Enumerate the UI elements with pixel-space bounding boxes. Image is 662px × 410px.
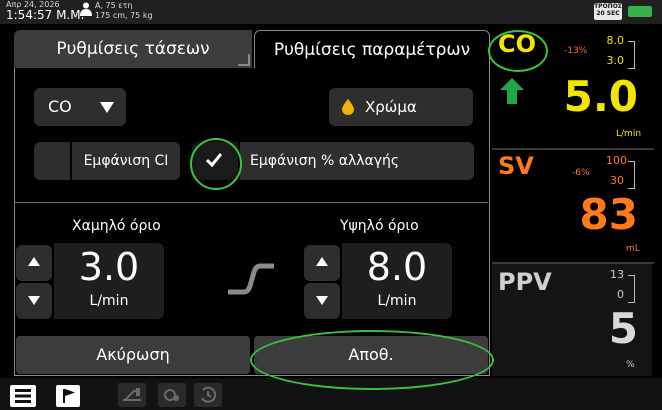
tab-label: Ρυθμίσεις παραμέτρων xyxy=(273,40,471,60)
low-limit-decrease-button[interactable] xyxy=(16,283,52,319)
high-limit-increase-button[interactable] xyxy=(304,245,340,281)
gear-icon xyxy=(164,389,179,401)
flag-button[interactable] xyxy=(56,385,80,407)
co-low-target: 3.0 xyxy=(606,54,625,67)
sv-change: -6% xyxy=(572,168,590,178)
settings-button[interactable] xyxy=(158,383,186,407)
low-limit-display[interactable]: 3.0 L/min xyxy=(54,243,164,319)
bottom-toolbar xyxy=(0,378,662,410)
co-change: -13% xyxy=(564,46,588,56)
patient-body: 175 cm, 75 kg xyxy=(95,11,153,20)
up-arrow-icon xyxy=(500,78,524,104)
limit-link-icon xyxy=(228,263,274,295)
battery-icon xyxy=(628,6,652,17)
high-limit-title: Υψηλό όριο xyxy=(340,218,419,234)
show-pct-change-checkbox[interactable] xyxy=(192,142,238,180)
sv-value: 83 xyxy=(579,190,638,239)
save-button[interactable]: Αποθ. xyxy=(254,336,488,374)
divider xyxy=(14,202,488,203)
person-icon xyxy=(80,2,92,16)
checkmark-icon xyxy=(206,153,222,168)
color-button[interactable]: Χρώμα xyxy=(329,88,473,126)
patient-age: Α, 75 ετη xyxy=(95,1,133,10)
sv-high-target: 100 xyxy=(606,154,627,167)
cancel-button[interactable]: Ακύρωση xyxy=(16,336,250,374)
co-parameter-tile[interactable]: CO -13% 8.0 3.0 5.0 L/min xyxy=(492,28,652,150)
ppv-target-bracket xyxy=(628,275,635,303)
sv-unit: mL xyxy=(626,244,640,254)
parameter-select-value: CO xyxy=(48,97,72,116)
tab-fold-icon xyxy=(238,54,250,66)
triangle-up-icon xyxy=(28,257,40,266)
tab-parameter-settings[interactable]: Ρυθμίσεις παραμέτρων xyxy=(254,30,490,68)
sv-name: SV xyxy=(498,152,534,180)
co-name: CO xyxy=(498,30,537,58)
transducer-icon xyxy=(123,388,141,401)
history-icon xyxy=(201,386,217,403)
co-unit: L/min xyxy=(616,129,642,139)
low-limit-title: Χαμηλό όριο xyxy=(72,218,161,234)
mode-interval: 20 SEC xyxy=(596,10,620,17)
settings-dialog: Ρυθμίσεις τάσεων Ρυθμίσεις παραμέτρων CO… xyxy=(14,30,490,376)
high-limit-display[interactable]: 8.0 L/min xyxy=(342,243,452,319)
low-limit-value: 3.0 xyxy=(78,245,140,289)
tab-label: Ρυθμίσεις τάσεων xyxy=(56,39,210,59)
ppv-high-target: 13 xyxy=(610,268,624,281)
show-pct-change-label[interactable]: Εμφάνιση % αλλαγής xyxy=(240,142,474,180)
zero-pressure-button[interactable] xyxy=(118,383,146,407)
mode-label: ΤΡΟΠΟΣ xyxy=(594,3,622,10)
menu-icon xyxy=(15,389,31,403)
low-limit-unit: L/min xyxy=(89,293,129,309)
parameter-select[interactable]: CO xyxy=(34,88,126,126)
co-value: 5.0 xyxy=(563,72,638,121)
mode-badge[interactable]: ΤΡΟΠΟΣ 20 SEC xyxy=(594,3,622,20)
flag-icon xyxy=(63,389,75,403)
ppv-value: 5 xyxy=(608,304,638,353)
ppv-parameter-tile[interactable]: PPV 13 0 5 % xyxy=(492,264,652,376)
drop-icon xyxy=(342,99,354,115)
low-limit-increase-button[interactable] xyxy=(16,245,52,281)
ppv-low-target: 0 xyxy=(617,288,624,301)
high-limit-decrease-button[interactable] xyxy=(304,283,340,319)
ppv-unit: % xyxy=(626,360,635,370)
sv-parameter-tile[interactable]: SV -6% 100 30 83 mL xyxy=(492,150,652,262)
triangle-up-icon xyxy=(316,257,328,266)
high-limit-value: 8.0 xyxy=(366,245,428,289)
sv-target-bracket xyxy=(628,161,635,189)
triangle-down-icon xyxy=(28,296,40,305)
show-ci-label[interactable]: Εμφάνιση CI xyxy=(72,142,180,180)
tab-threshold-settings[interactable]: Ρυθμίσεις τάσεων xyxy=(14,30,252,68)
menu-button[interactable] xyxy=(10,385,36,407)
co-high-target: 8.0 xyxy=(606,34,625,47)
color-button-label: Χρώμα xyxy=(365,98,417,116)
caret-down-icon xyxy=(100,102,114,113)
history-button[interactable] xyxy=(194,383,222,407)
status-bar: Απρ 24, 2026 1:54:57 Μ.Μ. Α, 75 ετη 175 … xyxy=(0,0,662,24)
time-text: 1:54:57 Μ.Μ. xyxy=(6,8,85,22)
ppv-name: PPV xyxy=(498,268,552,296)
sv-low-target: 30 xyxy=(610,174,624,187)
high-limit-unit: L/min xyxy=(377,293,417,309)
triangle-down-icon xyxy=(316,296,328,305)
show-ci-checkbox[interactable] xyxy=(34,142,70,180)
co-target-bracket xyxy=(628,41,635,69)
